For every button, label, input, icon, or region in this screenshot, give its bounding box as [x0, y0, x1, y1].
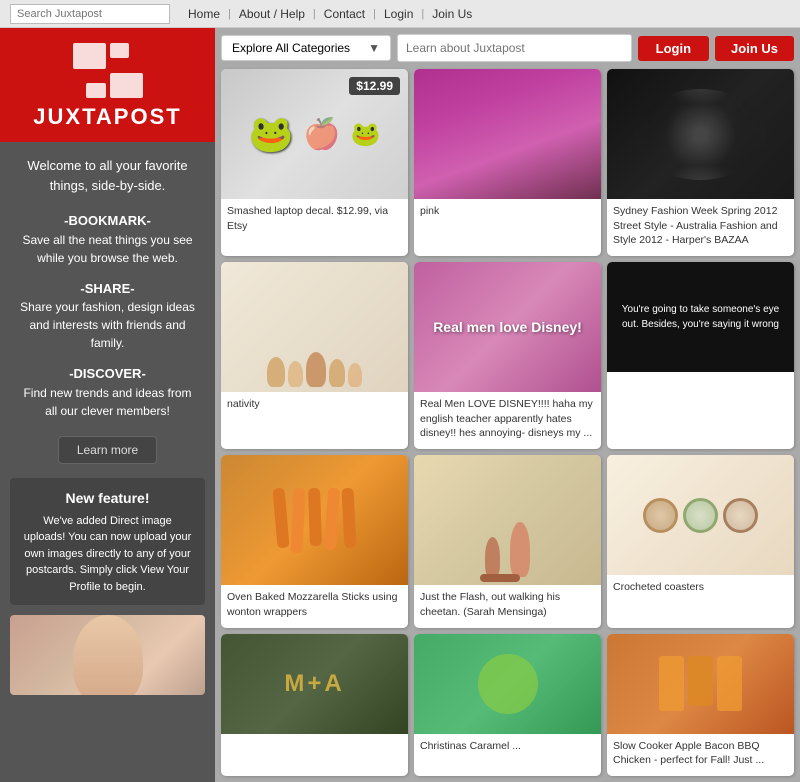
sidebar-bookmark-section: -BOOKMARK- Save all the neat things you … [0, 205, 215, 273]
post-card-laptop-decal[interactable]: 🐸 🍎 🐸 $12.99 Smashed laptop decal. $12.9… [221, 69, 408, 256]
posts-grid: 🐸 🍎 🐸 $12.99 Smashed laptop decal. $12.9… [221, 69, 794, 776]
search-wrapper [10, 4, 170, 24]
post-caption-nativity: nativity [221, 392, 408, 414]
post-card-crochet[interactable]: Crocheted coasters [607, 455, 794, 627]
post-card-nativity[interactable]: nativity [221, 262, 408, 449]
sidebar-bookmark-desc: Save all the neat things you see while y… [18, 231, 197, 267]
post-caption-disney: Real Men LOVE DISNEY!!!! haha my english… [414, 392, 601, 443]
post-caption-crochet: Crocheted coasters [607, 575, 794, 597]
sidebar-share-section: -SHARE- Share your fashion, design ideas… [0, 273, 215, 359]
post-card-disney[interactable]: Real men love Disney! Real Men LOVE DISN… [414, 262, 601, 449]
logo-cell-tl [73, 43, 106, 69]
nav-about-help[interactable]: About / Help [231, 7, 313, 21]
portrait-gradient [10, 615, 205, 695]
post-image-nativity [221, 262, 408, 392]
post-card-flash[interactable]: Just the Flash, out walking his cheetan.… [414, 455, 601, 627]
post-image-flash [414, 455, 601, 585]
post-card-pink-hair[interactable]: pink [414, 69, 601, 256]
post-image-fashion [607, 69, 794, 199]
categories-label: Explore All Categories [232, 41, 350, 55]
sidebar-share-desc: Share your fashion, design ideas and int… [18, 298, 197, 352]
learn-juxtapost-input[interactable] [397, 34, 632, 62]
logo-text: JUXTAPOST [33, 104, 181, 130]
post-image-pink-hair [414, 69, 601, 199]
sidebar-welcome-text: Welcome to all your favorite things, sid… [0, 142, 215, 205]
post-card-fashion-week[interactable]: Sydney Fashion Week Spring 2012 Street S… [607, 69, 794, 256]
learn-more-button[interactable]: Learn more [58, 436, 157, 464]
post-caption-bbq: Slow Cooker Apple Bacon BBQ Chicken - pe… [607, 734, 794, 770]
post-card-movie[interactable]: You're going to take someone's eye out. … [607, 262, 794, 449]
post-image-crochet [607, 455, 794, 575]
post-caption-pink-hair: pink [414, 199, 601, 221]
logo-cell-tr [110, 43, 130, 58]
new-feature-title: New feature! [22, 488, 193, 509]
categories-dropdown[interactable]: Explore All Categories ▼ [221, 35, 391, 61]
post-caption-caramel: Christinas Caramel ... [414, 734, 601, 756]
logo-cell-bl [86, 83, 106, 98]
post-image-caramel [414, 634, 601, 734]
post-card-caramel[interactable]: Christinas Caramel ... [414, 634, 601, 776]
content-area: Explore All Categories ▼ Login Join Us 🐸… [215, 28, 800, 782]
post-caption-movie [607, 372, 794, 379]
post-caption-fashion: Sydney Fashion Week Spring 2012 Street S… [607, 199, 794, 250]
post-card-bbq[interactable]: Slow Cooker Apple Bacon BBQ Chicken - pe… [607, 634, 794, 776]
main-wrapper: JUXTAPOST Welcome to all your favorite t… [0, 28, 800, 782]
post-card-ma[interactable]: M+A [221, 634, 408, 776]
post-image-ma: M+A [221, 634, 408, 734]
new-feature-desc: We've added Direct image uploads! You ca… [22, 513, 193, 596]
sidebar-discover-section: -DISCOVER- Find new trends and ideas fro… [0, 358, 215, 426]
sidebar: JUXTAPOST Welcome to all your favorite t… [0, 28, 215, 782]
post-caption-ma [221, 734, 408, 741]
nav-join-us[interactable]: Join Us [424, 7, 480, 21]
dropdown-arrow-icon: ▼ [368, 41, 380, 55]
logo-cell-br [110, 73, 143, 99]
sidebar-portrait [10, 615, 205, 695]
portrait-face [73, 615, 143, 695]
content-navigation: Explore All Categories ▼ Login Join Us [221, 34, 794, 62]
new-feature-box: New feature! We've added Direct image up… [10, 478, 205, 606]
post-image-disney: Real men love Disney! [414, 262, 601, 392]
price-badge: $12.99 [349, 77, 400, 95]
post-caption-laptop: Smashed laptop decal. $12.99, via Etsy [221, 199, 408, 235]
post-caption-mozzarella: Oven Baked Mozzarella Sticks using wonto… [221, 585, 408, 621]
post-card-mozzarella[interactable]: Oven Baked Mozzarella Sticks using wonto… [221, 455, 408, 627]
post-image-movie: You're going to take someone's eye out. … [607, 262, 794, 372]
disney-overlay-text: Real men love Disney! [414, 262, 601, 392]
sidebar-share-title: -SHARE- [18, 279, 197, 299]
join-us-button[interactable]: Join Us [715, 36, 794, 61]
nav-home[interactable]: Home [180, 7, 228, 21]
sidebar-discover-title: -DISCOVER- [18, 364, 197, 384]
login-button[interactable]: Login [638, 36, 709, 61]
post-image-laptop: 🐸 🍎 🐸 $12.99 [221, 69, 408, 199]
sidebar-bookmark-title: -BOOKMARK- [18, 211, 197, 231]
logo-area: JUXTAPOST [0, 28, 215, 142]
nav-contact[interactable]: Contact [316, 7, 373, 21]
post-image-bbq [607, 634, 794, 734]
sidebar-discover-desc: Find new trends and ideas from all our c… [18, 384, 197, 420]
nav-login[interactable]: Login [376, 7, 421, 21]
search-input[interactable] [10, 4, 170, 24]
top-navigation-bar: Home | About / Help | Contact | Login | … [0, 0, 800, 28]
top-nav: Home | About / Help | Contact | Login | … [180, 7, 480, 21]
post-caption-flash: Just the Flash, out walking his cheetan.… [414, 585, 601, 621]
movie-quote-text: You're going to take someone's eye out. … [607, 292, 794, 342]
post-image-mozzarella [221, 455, 408, 585]
logo-icon [73, 43, 143, 98]
